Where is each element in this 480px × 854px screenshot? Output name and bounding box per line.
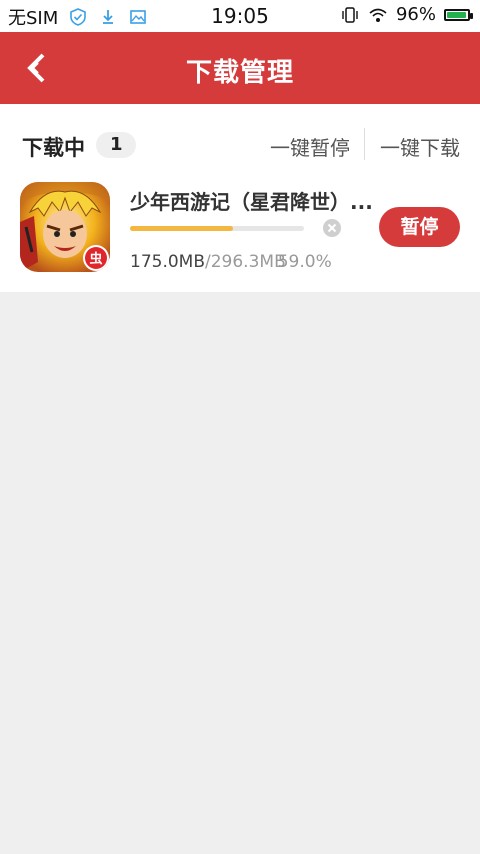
app-name: 少年西游记（星君降世）... <box>130 190 373 214</box>
page-title: 下载管理 <box>185 58 294 88</box>
wifi-icon <box>368 5 388 25</box>
status-bar: 无SIM 19:05 96% <box>0 0 480 32</box>
section-header: 下载中 1 一键暂停 一键下载 <box>0 128 480 164</box>
downloaded-size: 175.0MB <box>130 252 205 272</box>
app-game-icon[interactable]: 虫 <box>20 182 110 272</box>
svg-text:虫: 虫 <box>89 251 102 267</box>
battery-icon <box>444 8 473 21</box>
battery-percent: 96% <box>395 4 436 25</box>
downloads-panel: 下载中 1 一键暂停 一键下载 虫 少年西游记（星君降世）... 175.0MB… <box>0 104 480 292</box>
battery-fill <box>447 11 467 18</box>
close-circle-icon <box>323 219 341 237</box>
pause-button[interactable]: 暂停 <box>379 207 460 247</box>
vibrate-icon <box>340 5 360 25</box>
progress-percent: 59.0% <box>277 252 332 272</box>
pause-all-button[interactable]: 一键暂停 <box>270 132 350 161</box>
cancel-download-button[interactable] <box>322 218 342 238</box>
status-right: 96% <box>340 4 473 25</box>
progress-bar <box>130 226 304 231</box>
download-all-button[interactable]: 一键下载 <box>380 132 460 161</box>
progress-fill <box>130 226 233 231</box>
download-item: 虫 少年西游记（星君降世）... 175.0MB/296.3MB59.0% 暂停 <box>0 180 480 280</box>
count-badge: 1 <box>96 132 136 158</box>
section-title: 下载中 <box>22 136 85 160</box>
divider <box>364 128 365 160</box>
title-bar: 下载管理 <box>0 32 480 104</box>
total-size: /296.3MB <box>205 252 286 272</box>
size-info: 175.0MB/296.3MB59.0% <box>130 252 332 272</box>
